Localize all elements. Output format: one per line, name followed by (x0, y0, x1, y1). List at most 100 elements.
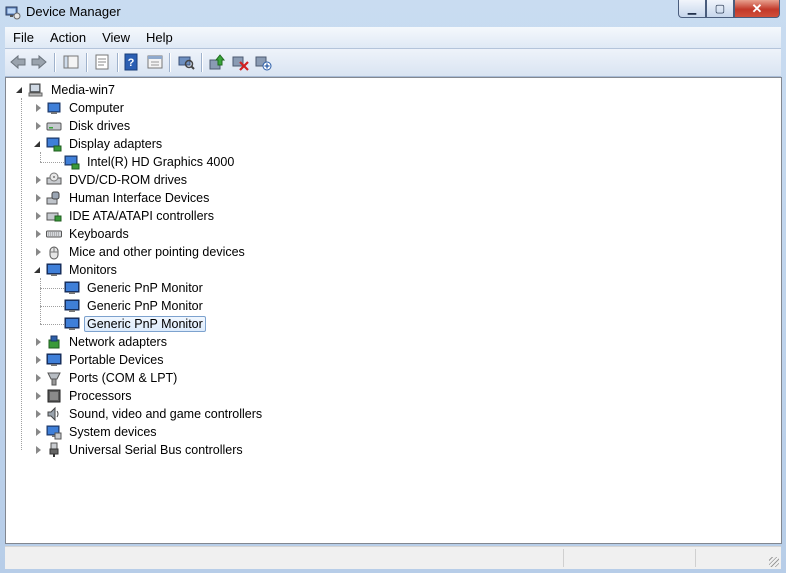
tree-category-label: Disk drives (69, 119, 131, 133)
expand-arrow-icon[interactable] (34, 211, 43, 221)
dvd-drive-icon (46, 172, 62, 185)
tree-root-label: Media-win7 (51, 83, 115, 97)
keyboard-icon (46, 230, 62, 238)
expand-arrow-icon[interactable] (34, 337, 43, 347)
menu-view[interactable]: View (94, 27, 138, 48)
display-adapter-icon (46, 137, 62, 152)
menu-action[interactable]: Action (42, 27, 94, 48)
tree-category-portable-devices[interactable]: Portable Devices (34, 351, 167, 369)
expand-arrow-icon[interactable] (34, 121, 43, 131)
tree-device-label: Generic PnP Monitor (87, 299, 203, 313)
show-hide-console-tree-icon[interactable] (146, 53, 164, 71)
system-device-icon (46, 425, 62, 440)
menu-help[interactable]: Help (138, 27, 181, 48)
tree-device-label-selected: Generic PnP Monitor (84, 316, 206, 332)
disable-device-icon[interactable] (231, 53, 249, 71)
status-bar-panel (695, 549, 780, 567)
forward-arrow-icon[interactable] (30, 53, 48, 71)
back-arrow-icon[interactable] (9, 53, 27, 71)
tree-category-ide-controllers[interactable]: IDE ATA/ATAPI controllers (34, 207, 217, 225)
toolbar-separator (117, 53, 119, 72)
collapse-arrow-icon[interactable] (34, 266, 43, 275)
hid-icon (46, 191, 60, 205)
expand-arrow-icon[interactable] (34, 193, 43, 203)
sound-icon (47, 406, 59, 422)
close-button[interactable]: ✕ (734, 0, 780, 18)
tree-device-generic-pnp-monitor-2[interactable]: Generic PnP Monitor (64, 297, 206, 315)
tree-device-intel-hd-graphics[interactable]: Intel(R) HD Graphics 4000 (64, 153, 237, 171)
tree-device-generic-pnp-monitor-3[interactable]: Generic PnP Monitor (64, 315, 206, 333)
status-bar (5, 546, 781, 569)
computer-icon (47, 102, 61, 114)
tree-category-computer[interactable]: Computer (34, 99, 127, 117)
properties-icon[interactable] (93, 53, 111, 71)
expand-arrow-icon[interactable] (34, 355, 43, 365)
uninstall-device-icon[interactable] (254, 53, 272, 71)
device-manager-window: Device Manager ▁ ▢ ✕ File Action View He… (0, 0, 786, 573)
tree-root[interactable]: Media-win7 (16, 81, 118, 99)
expand-arrow-icon[interactable] (34, 445, 43, 455)
tree-category-disk-drives[interactable]: Disk drives (34, 117, 133, 135)
tree-device-generic-pnp-monitor-1[interactable]: Generic PnP Monitor (64, 279, 206, 297)
tree-category-label: DVD/CD-ROM drives (69, 173, 188, 187)
maximize-button[interactable]: ▢ (706, 0, 734, 18)
tree-category-processors[interactable]: Processors (34, 387, 135, 405)
expand-arrow-icon[interactable] (34, 373, 43, 383)
help-icon[interactable]: ? (123, 53, 141, 71)
expand-arrow-icon[interactable] (34, 391, 43, 401)
expand-arrow-icon[interactable] (34, 247, 43, 257)
toolbar-separator (54, 53, 56, 72)
expand-arrow-icon[interactable] (34, 427, 43, 437)
tree-category-label: Display adapters (69, 137, 163, 151)
tree-category-display-adapters[interactable]: Display adapters (34, 135, 165, 153)
expand-arrow-icon[interactable] (34, 229, 43, 239)
device-manager-icon (5, 6, 21, 20)
tree-category-label: Sound, video and game controllers (69, 407, 263, 421)
portable-device-icon (46, 353, 62, 366)
close-icon: ✕ (751, 0, 763, 16)
expand-arrow-icon[interactable] (34, 103, 43, 113)
monitor-icon (64, 281, 80, 294)
collapse-arrow-icon[interactable] (16, 86, 25, 95)
tree-category-monitors[interactable]: Monitors (34, 261, 120, 279)
usb-icon (49, 442, 59, 457)
window-title: Device Manager (26, 4, 121, 19)
network-adapter-icon (48, 335, 60, 349)
minimize-button[interactable]: ▁ (678, 0, 706, 18)
tree-category-usb-controllers[interactable]: Universal Serial Bus controllers (34, 441, 246, 459)
tree-category-keyboards[interactable]: Keyboards (34, 225, 132, 243)
menu-bar: File Action View Help (5, 27, 781, 49)
tree-guide-line (21, 98, 22, 450)
tree-category-mice[interactable]: Mice and other pointing devices (34, 243, 248, 261)
expand-arrow-icon[interactable] (34, 175, 43, 185)
tree-guide-line (40, 306, 64, 307)
scan-hardware-changes-icon[interactable] (177, 53, 195, 71)
tree-category-human-interface-devices[interactable]: Human Interface Devices (34, 189, 212, 207)
device-tree[interactable]: Media-win7 Computer Disk drives Display … (5, 77, 782, 544)
resize-grip-icon[interactable] (769, 557, 779, 567)
menu-file[interactable]: File (5, 27, 42, 48)
minimize-icon: ▁ (687, 3, 697, 15)
ide-controller-icon (46, 212, 62, 222)
tree-category-label: System devices (69, 425, 157, 439)
tree-device-label: Generic PnP Monitor (87, 281, 203, 295)
title-bar[interactable]: Device Manager ▁ ▢ ✕ (0, 0, 786, 26)
tree-category-network-adapters[interactable]: Network adapters (34, 333, 170, 351)
tree-category-label: IDE ATA/ATAPI controllers (69, 209, 214, 223)
tree-category-label: Processors (69, 389, 132, 403)
tree-guide-line (40, 162, 64, 163)
tree-category-dvd-drives[interactable]: DVD/CD-ROM drives (34, 171, 190, 189)
update-driver-icon[interactable] (208, 53, 226, 71)
tree-guide-line (40, 278, 41, 324)
tree-category-ports[interactable]: Ports (COM & LPT) (34, 369, 180, 387)
collapse-arrow-icon[interactable] (34, 140, 43, 149)
expand-arrow-icon[interactable] (34, 409, 43, 419)
maximize-icon: ▢ (714, 3, 726, 15)
monitor-icon (46, 263, 62, 276)
tree-category-label: Portable Devices (69, 353, 164, 367)
tree-guide-line (40, 324, 64, 325)
up-one-level-icon[interactable] (62, 53, 80, 71)
svg-text:?: ? (128, 57, 135, 69)
tree-category-system-devices[interactable]: System devices (34, 423, 160, 441)
tree-category-sound-video-game[interactable]: Sound, video and game controllers (34, 405, 265, 423)
